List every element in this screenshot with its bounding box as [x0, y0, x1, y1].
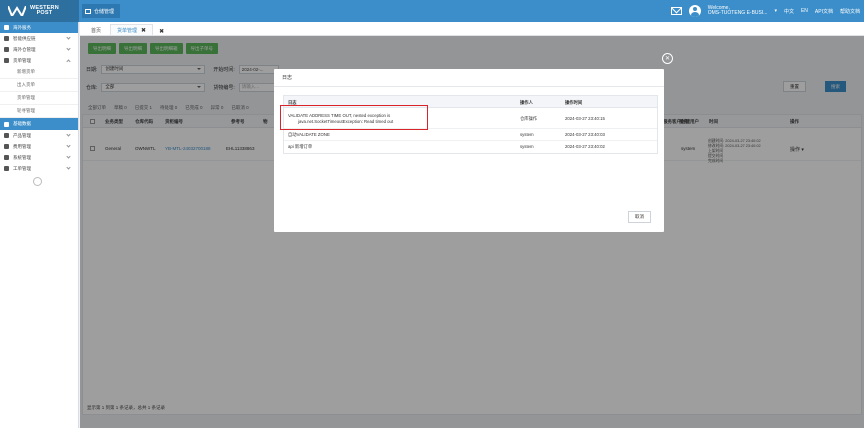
welcome-user[interactable]: Welcome, OMS-TUOTENG E-BUSI...	[708, 6, 768, 16]
close-all-tabs-icon[interactable]: ✖	[159, 28, 164, 35]
sidebar-sub-order-management[interactable]: 货单管理	[0, 92, 78, 105]
chevron-down-icon	[66, 35, 71, 40]
sidebar-item-ticket[interactable]: 工单管理	[0, 163, 78, 174]
log-row: 自动VALIDATE ZONE system 2024-03-27 23:40:…	[284, 129, 657, 141]
api-doc-link[interactable]: API文档	[815, 8, 833, 15]
sidebar-item-system[interactable]: 系统管理	[0, 152, 78, 163]
tab-order-management[interactable]: 货单管理 ✖	[110, 24, 154, 35]
lang-cn-link[interactable]: 中文	[784, 8, 794, 15]
tab-close-icon[interactable]: ✖	[141, 27, 146, 34]
cloud-icon	[4, 36, 9, 41]
sidebar-sub-track-management[interactable]: 轮寻管理	[0, 105, 78, 118]
logo-text-line2: POST	[36, 10, 53, 16]
log-dialog: 日志 日志 操作人 操作时间 VALIDATE ADDRESS TIME OUT…	[274, 69, 664, 232]
sidebar-collapse-button[interactable]	[33, 177, 42, 186]
top-right-menu: Welcome, OMS-TUOTENG E-BUSI... ▾ 中文 EN A…	[670, 0, 860, 22]
sidebar-item-overseas-service[interactable]: 海外服务	[0, 22, 78, 33]
log-dialog-title: 日志	[274, 69, 664, 87]
log-col-operator: 操作人	[520, 100, 533, 105]
top-tab-label: 仓储管理	[94, 8, 115, 15]
modal-close-button[interactable]: ✕	[662, 53, 673, 64]
folder-icon	[4, 121, 9, 127]
sidebar-item-fee[interactable]: 费用管理	[0, 141, 78, 152]
lang-en-link[interactable]: EN	[801, 8, 808, 14]
tag-icon	[4, 133, 9, 138]
gear-icon	[4, 155, 9, 160]
chevron-down-icon	[66, 165, 71, 170]
sidebar-item-basic-data[interactable]: 基础数据	[0, 118, 78, 130]
chevron-down-icon	[66, 132, 71, 137]
sidebar: 海外服务 智能供应链 海外仓管理 货单管理 新增货单 出入货单 货单管理 轮寻管…	[0, 22, 79, 428]
chevron-down-icon	[66, 143, 71, 148]
help-doc-link[interactable]: 帮助文档	[840, 8, 860, 15]
top-tab-warehouse[interactable]: 仓储管理	[82, 4, 121, 18]
dollar-icon	[4, 144, 9, 149]
window-icon	[85, 8, 91, 14]
question-icon	[4, 166, 9, 171]
user-dropdown-caret[interactable]: ▾	[774, 8, 777, 14]
chevron-down-icon	[66, 154, 71, 159]
sidebar-sub-new-order[interactable]: 新增货单	[0, 66, 78, 79]
sidebar-item-overseas-warehouse[interactable]: 海外仓管理	[0, 44, 78, 55]
sidebar-item-supply-chain[interactable]: 智能供应链	[0, 33, 78, 44]
cancel-button[interactable]: 取消	[628, 211, 651, 223]
page-tabs: 首页 货单管理 ✖ ✖	[80, 22, 864, 36]
error-highlight-box	[280, 105, 428, 130]
user-avatar[interactable]	[688, 5, 701, 17]
top-bar: WESTERN POST 仓储管理 Welcome, OMS-TUOTENG E…	[0, 0, 864, 22]
log-col-time: 操作时间	[565, 100, 583, 105]
tab-home[interactable]: 首页	[84, 24, 108, 35]
house-icon	[4, 47, 9, 52]
sidebar-sub-in-out-order[interactable]: 出入货单	[0, 79, 78, 92]
mail-icon[interactable]	[670, 7, 682, 15]
logo-w-icon	[8, 6, 26, 16]
chevron-up-icon	[66, 59, 71, 64]
log-row: api 新增订单 system 2024-03-27 23:40:02	[288, 144, 605, 149]
sidebar-item-order-management[interactable]: 货单管理	[0, 55, 78, 66]
home-icon	[4, 25, 9, 30]
document-icon	[4, 58, 9, 63]
sidebar-item-product[interactable]: 产品管理	[0, 130, 78, 141]
chevron-down-icon	[66, 46, 71, 51]
western-post-logo[interactable]: WESTERN POST	[0, 0, 79, 22]
